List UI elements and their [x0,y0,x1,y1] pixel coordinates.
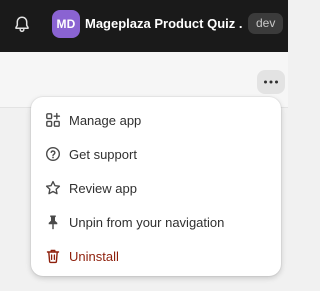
ellipsis-icon [264,80,278,84]
avatar[interactable]: MD [52,10,80,38]
menu-item-label: Uninstall [69,248,119,264]
actions-menu: Manage app Get support Review app Unpin … [31,97,281,276]
menu-item-label: Unpin from your navigation [69,214,225,230]
menu-item-label: Get support [69,146,137,162]
env-badge: dev [248,13,284,34]
pin-icon [45,214,61,230]
menu-item-label: Review app [69,180,137,196]
manage-app-icon [45,112,61,128]
menu-item-label: Manage app [69,112,142,128]
top-bar: MD Mageplaza Product Quiz ... dev [0,0,288,52]
menu-item-get-support[interactable]: Get support [31,137,281,171]
menu-item-unpin[interactable]: Unpin from your navigation [31,205,281,239]
menu-item-uninstall[interactable]: Uninstall [31,239,281,273]
bell-icon[interactable] [13,15,31,33]
question-circle-icon [45,146,61,162]
menu-item-review-app[interactable]: Review app [31,171,281,205]
app-title[interactable]: Mageplaza Product Quiz ... [85,16,243,31]
trash-icon [45,248,61,264]
more-actions-button[interactable] [257,70,285,94]
star-icon [45,180,61,196]
menu-item-manage-app[interactable]: Manage app [31,103,281,137]
